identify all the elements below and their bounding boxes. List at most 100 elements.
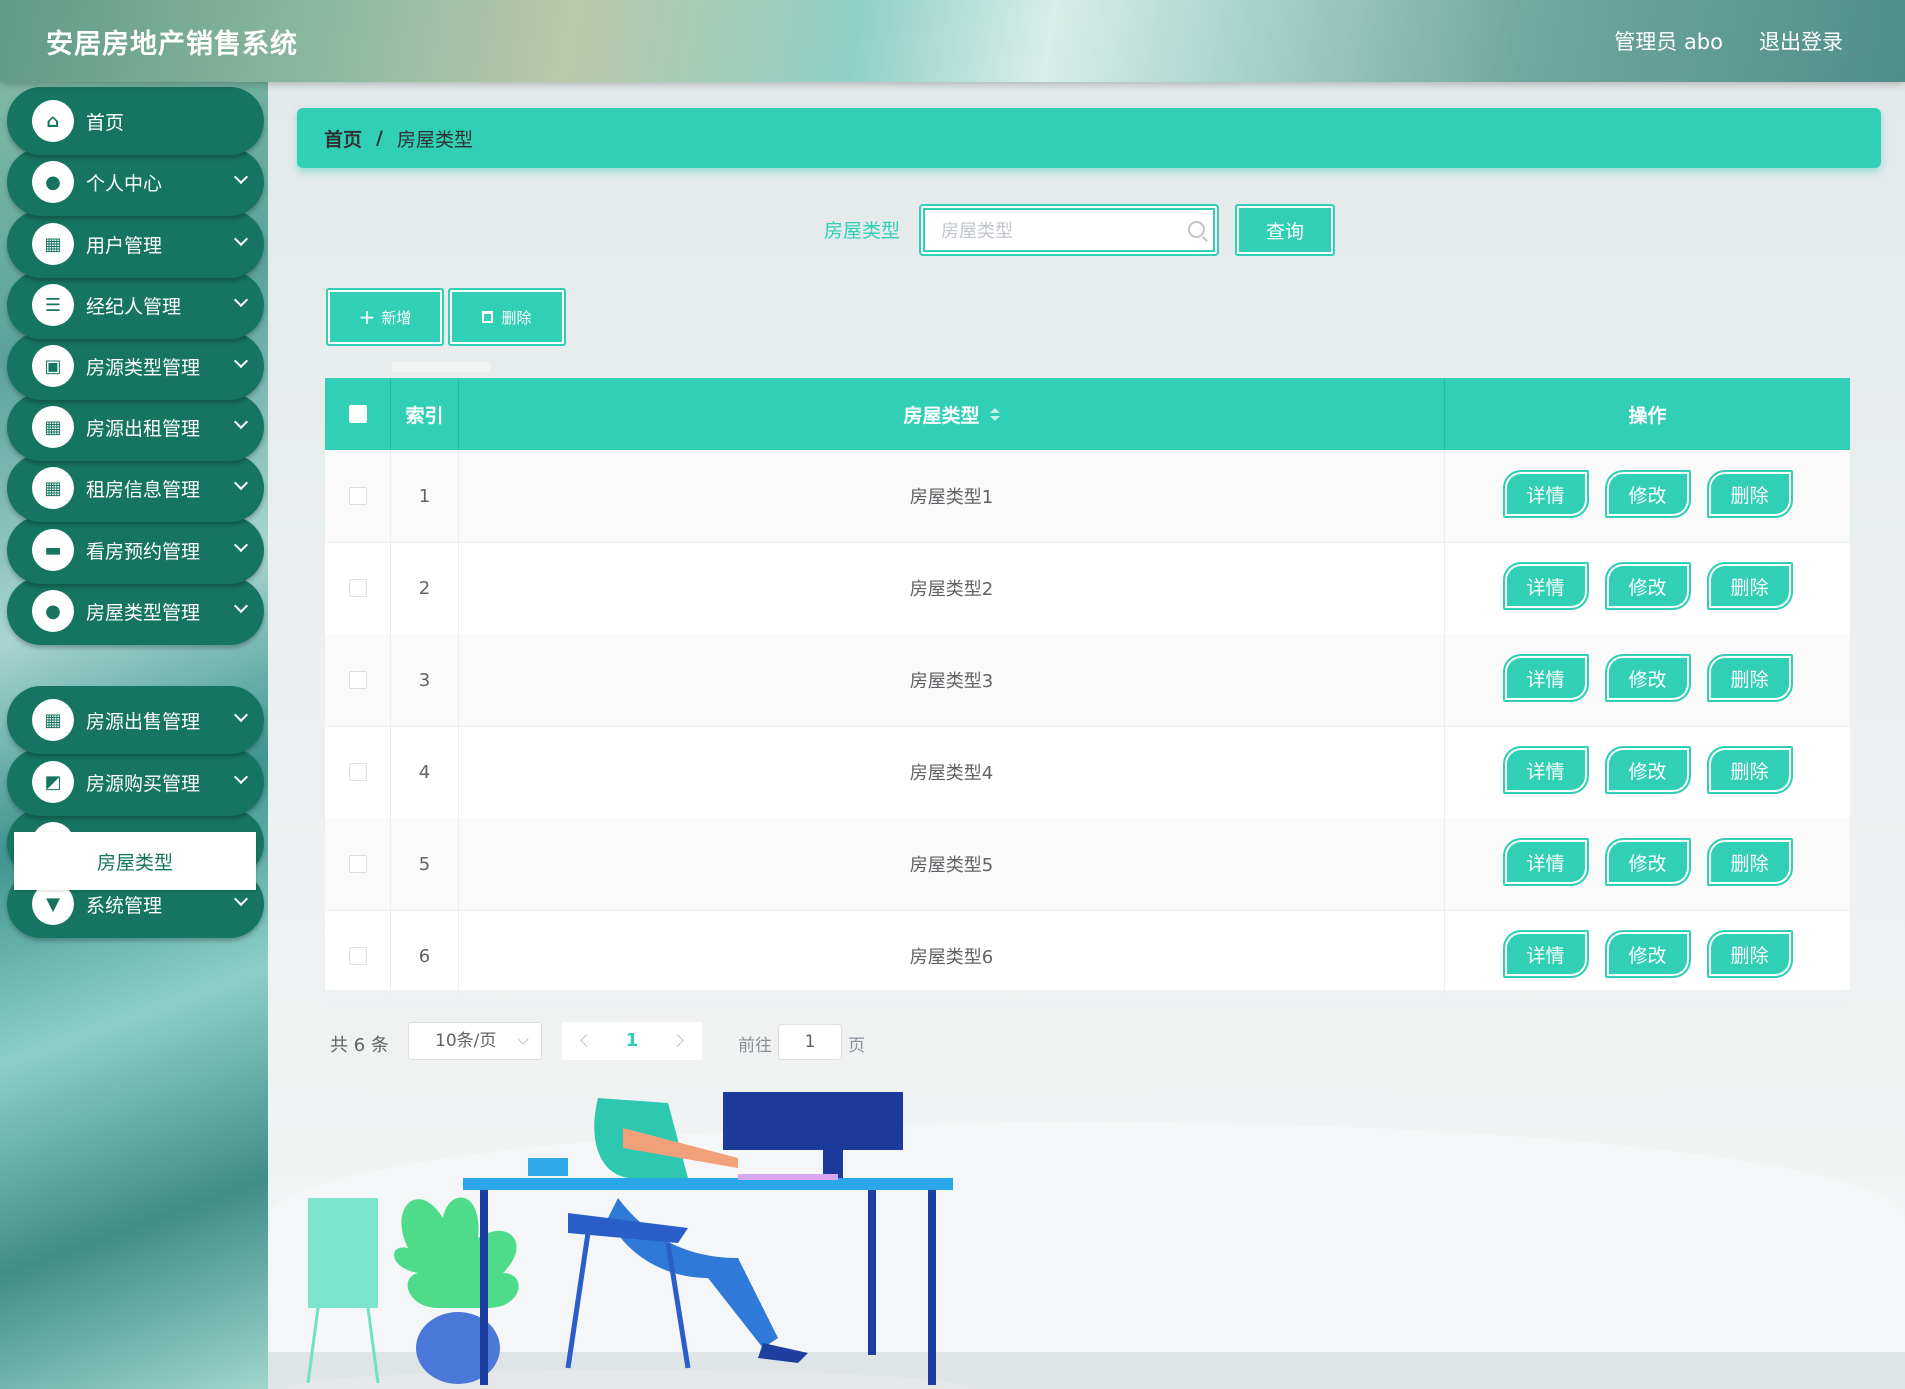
sidebar-item[interactable]: ⌂ 首页 — [7, 87, 264, 155]
row-index: 2 — [391, 542, 459, 634]
goto-page-input[interactable]: 1 — [778, 1024, 842, 1060]
sort-icon[interactable] — [989, 407, 1000, 421]
search-field[interactable] — [919, 204, 1219, 256]
table-row: 3 房屋类型3 详情 修改 删除 — [325, 634, 1850, 727]
detail-button[interactable]: 详情 — [1502, 470, 1589, 518]
sidebar-item-label: 系统管理 — [86, 894, 163, 917]
logout-link[interactable]: 退出登录 — [1759, 26, 1843, 56]
row-house-type: 房屋类型3 — [459, 634, 1445, 726]
row-select-cell — [325, 634, 391, 726]
submenu-item-house-type[interactable]: 房屋类型 — [14, 832, 256, 890]
delete-button[interactable]: 删除 — [1706, 654, 1793, 702]
row-checkbox[interactable] — [348, 487, 367, 505]
sidebar-item[interactable]: ● 个人中心 — [7, 148, 264, 216]
row-house-type: 房屋类型5 — [459, 818, 1445, 910]
main-content: 首页 / 房屋类型 房屋类型 查询 + 新增 删除 索引 房屋类型 操作 1房屋… — [268, 82, 1905, 1389]
edit-button[interactable]: 修改 — [1604, 930, 1691, 978]
row-select-cell — [325, 542, 391, 634]
row-checkbox[interactable] — [348, 579, 367, 597]
row-operations: 详情 修改 删除 — [1445, 726, 1850, 818]
delete-button[interactable]: 删除 — [1706, 838, 1793, 886]
row-checkbox[interactable] — [348, 671, 367, 689]
background-footer-band — [268, 1352, 1905, 1389]
sidebar-item[interactable]: ▦ 房源出售管理 — [7, 686, 264, 754]
row-operations: 详情 修改 删除 — [1445, 542, 1850, 634]
delete-button[interactable]: 删除 — [1706, 562, 1793, 610]
select-all-checkbox[interactable] — [348, 405, 367, 423]
add-button[interactable]: + 新增 — [326, 288, 444, 346]
grid-icon: ▦ — [32, 406, 74, 448]
breadcrumb-separator: / — [376, 127, 383, 149]
query-button[interactable]: 查询 — [1235, 204, 1335, 256]
app-title: 安居房地产销售系统 — [46, 29, 298, 60]
goto-suffix: 页 — [848, 1036, 865, 1056]
chevron-down-icon — [233, 292, 249, 308]
bulk-delete-button[interactable]: 删除 — [448, 288, 566, 346]
edit-button[interactable]: 修改 — [1604, 562, 1691, 610]
header-select-all[interactable] — [325, 378, 391, 450]
current-user: 管理员 abo — [1614, 30, 1723, 54]
sidebar-item-label: 个人中心 — [86, 172, 163, 195]
sidebar-item[interactable]: ▦ 房源出租管理 — [7, 393, 264, 461]
header-house-type[interactable]: 房屋类型 — [459, 378, 1445, 450]
row-house-type: 房屋类型1 — [459, 450, 1445, 542]
row-operations: 详情 修改 删除 — [1445, 634, 1850, 726]
header-house-type-label: 房屋类型 — [903, 404, 980, 427]
row-checkbox[interactable] — [348, 947, 367, 965]
edit-button[interactable]: 修改 — [1604, 838, 1691, 886]
user-icon: ● — [32, 590, 74, 632]
row-house-type: 房屋类型2 — [459, 542, 1445, 634]
sidebar-item[interactable]: ● 房屋类型管理 — [7, 577, 264, 645]
sidebar-item-label: 房源购买管理 — [86, 772, 201, 795]
monitor-icon: ▬ — [32, 529, 74, 571]
row-house-type: 房屋类型6 — [459, 910, 1445, 1002]
delete-button[interactable]: 删除 — [1706, 470, 1793, 518]
chevron-down-icon — [233, 891, 249, 907]
search-input[interactable] — [941, 218, 1181, 244]
row-select-cell — [325, 818, 391, 910]
user-icon: ● — [32, 161, 74, 203]
sidebar: ▼系统管理≡出售看房管理◩房源购买管理▦房源出售管理●房屋类型管理▬看房预约管理… — [0, 82, 268, 1389]
sidebar-item[interactable]: ☰ 经纪人管理 — [7, 271, 264, 339]
edit-button[interactable]: 修改 — [1604, 746, 1691, 794]
grid-icon: ▦ — [32, 223, 74, 265]
delete-button[interactable]: 删除 — [1706, 746, 1793, 794]
grid-icon: ▦ — [32, 467, 74, 509]
detail-button[interactable]: 详情 — [1502, 562, 1589, 610]
table-row: 6 房屋类型6 详情 修改 删除 — [325, 910, 1850, 1003]
sidebar-item[interactable]: ▬ 看房预约管理 — [7, 516, 264, 584]
detail-button[interactable]: 详情 — [1502, 746, 1589, 794]
table-row: 1 房屋类型1 详情 修改 删除 — [325, 450, 1850, 543]
breadcrumb-home[interactable]: 首页 — [324, 125, 362, 152]
chevron-down-icon — [233, 475, 249, 491]
trash-icon — [482, 311, 494, 323]
header-operations: 操作 — [1628, 404, 1667, 427]
background-wave — [268, 1122, 1905, 1389]
edit-button[interactable]: 修改 — [1604, 654, 1691, 702]
home-icon: ⌂ — [32, 100, 74, 142]
row-checkbox[interactable] — [348, 763, 367, 781]
sidebar-item[interactable]: ▦ 租房信息管理 — [7, 454, 264, 522]
chevron-down-icon — [233, 769, 249, 785]
goto-label: 前往 — [738, 1036, 772, 1056]
row-index: 6 — [391, 910, 459, 1002]
page-size-select[interactable]: 10条/页 — [408, 1022, 542, 1060]
detail-button[interactable]: 详情 — [1502, 654, 1589, 702]
row-select-cell — [325, 726, 391, 818]
detail-button[interactable]: 详情 — [1502, 838, 1589, 886]
table-row: 5 房屋类型5 详情 修改 删除 — [325, 818, 1850, 911]
sidebar-item[interactable]: ▦ 用户管理 — [7, 210, 264, 278]
data-table: 索引 房屋类型 操作 1 房屋类型1 详情 修改 删除 2 房屋类型2 详情 修改 删除 3 房屋类型… — [325, 378, 1850, 1003]
sidebar-item[interactable]: ◩ 房源购买管理 — [7, 748, 264, 816]
chevron-down-icon — [233, 537, 249, 553]
detail-button[interactable]: 详情 — [1502, 930, 1589, 978]
wallet-icon: ▣ — [32, 345, 74, 387]
sidebar-item-label: 用户管理 — [86, 234, 163, 257]
sidebar-item[interactable]: ▣ 房源类型管理 — [7, 332, 264, 400]
edit-button[interactable]: 修改 — [1604, 470, 1691, 518]
breadcrumb: 首页 / 房屋类型 — [297, 108, 1881, 168]
sidebar-item-label: 房源类型管理 — [86, 356, 201, 379]
row-checkbox[interactable] — [348, 855, 367, 873]
delete-button[interactable]: 删除 — [1706, 930, 1793, 978]
chevron-down-icon — [233, 169, 249, 185]
